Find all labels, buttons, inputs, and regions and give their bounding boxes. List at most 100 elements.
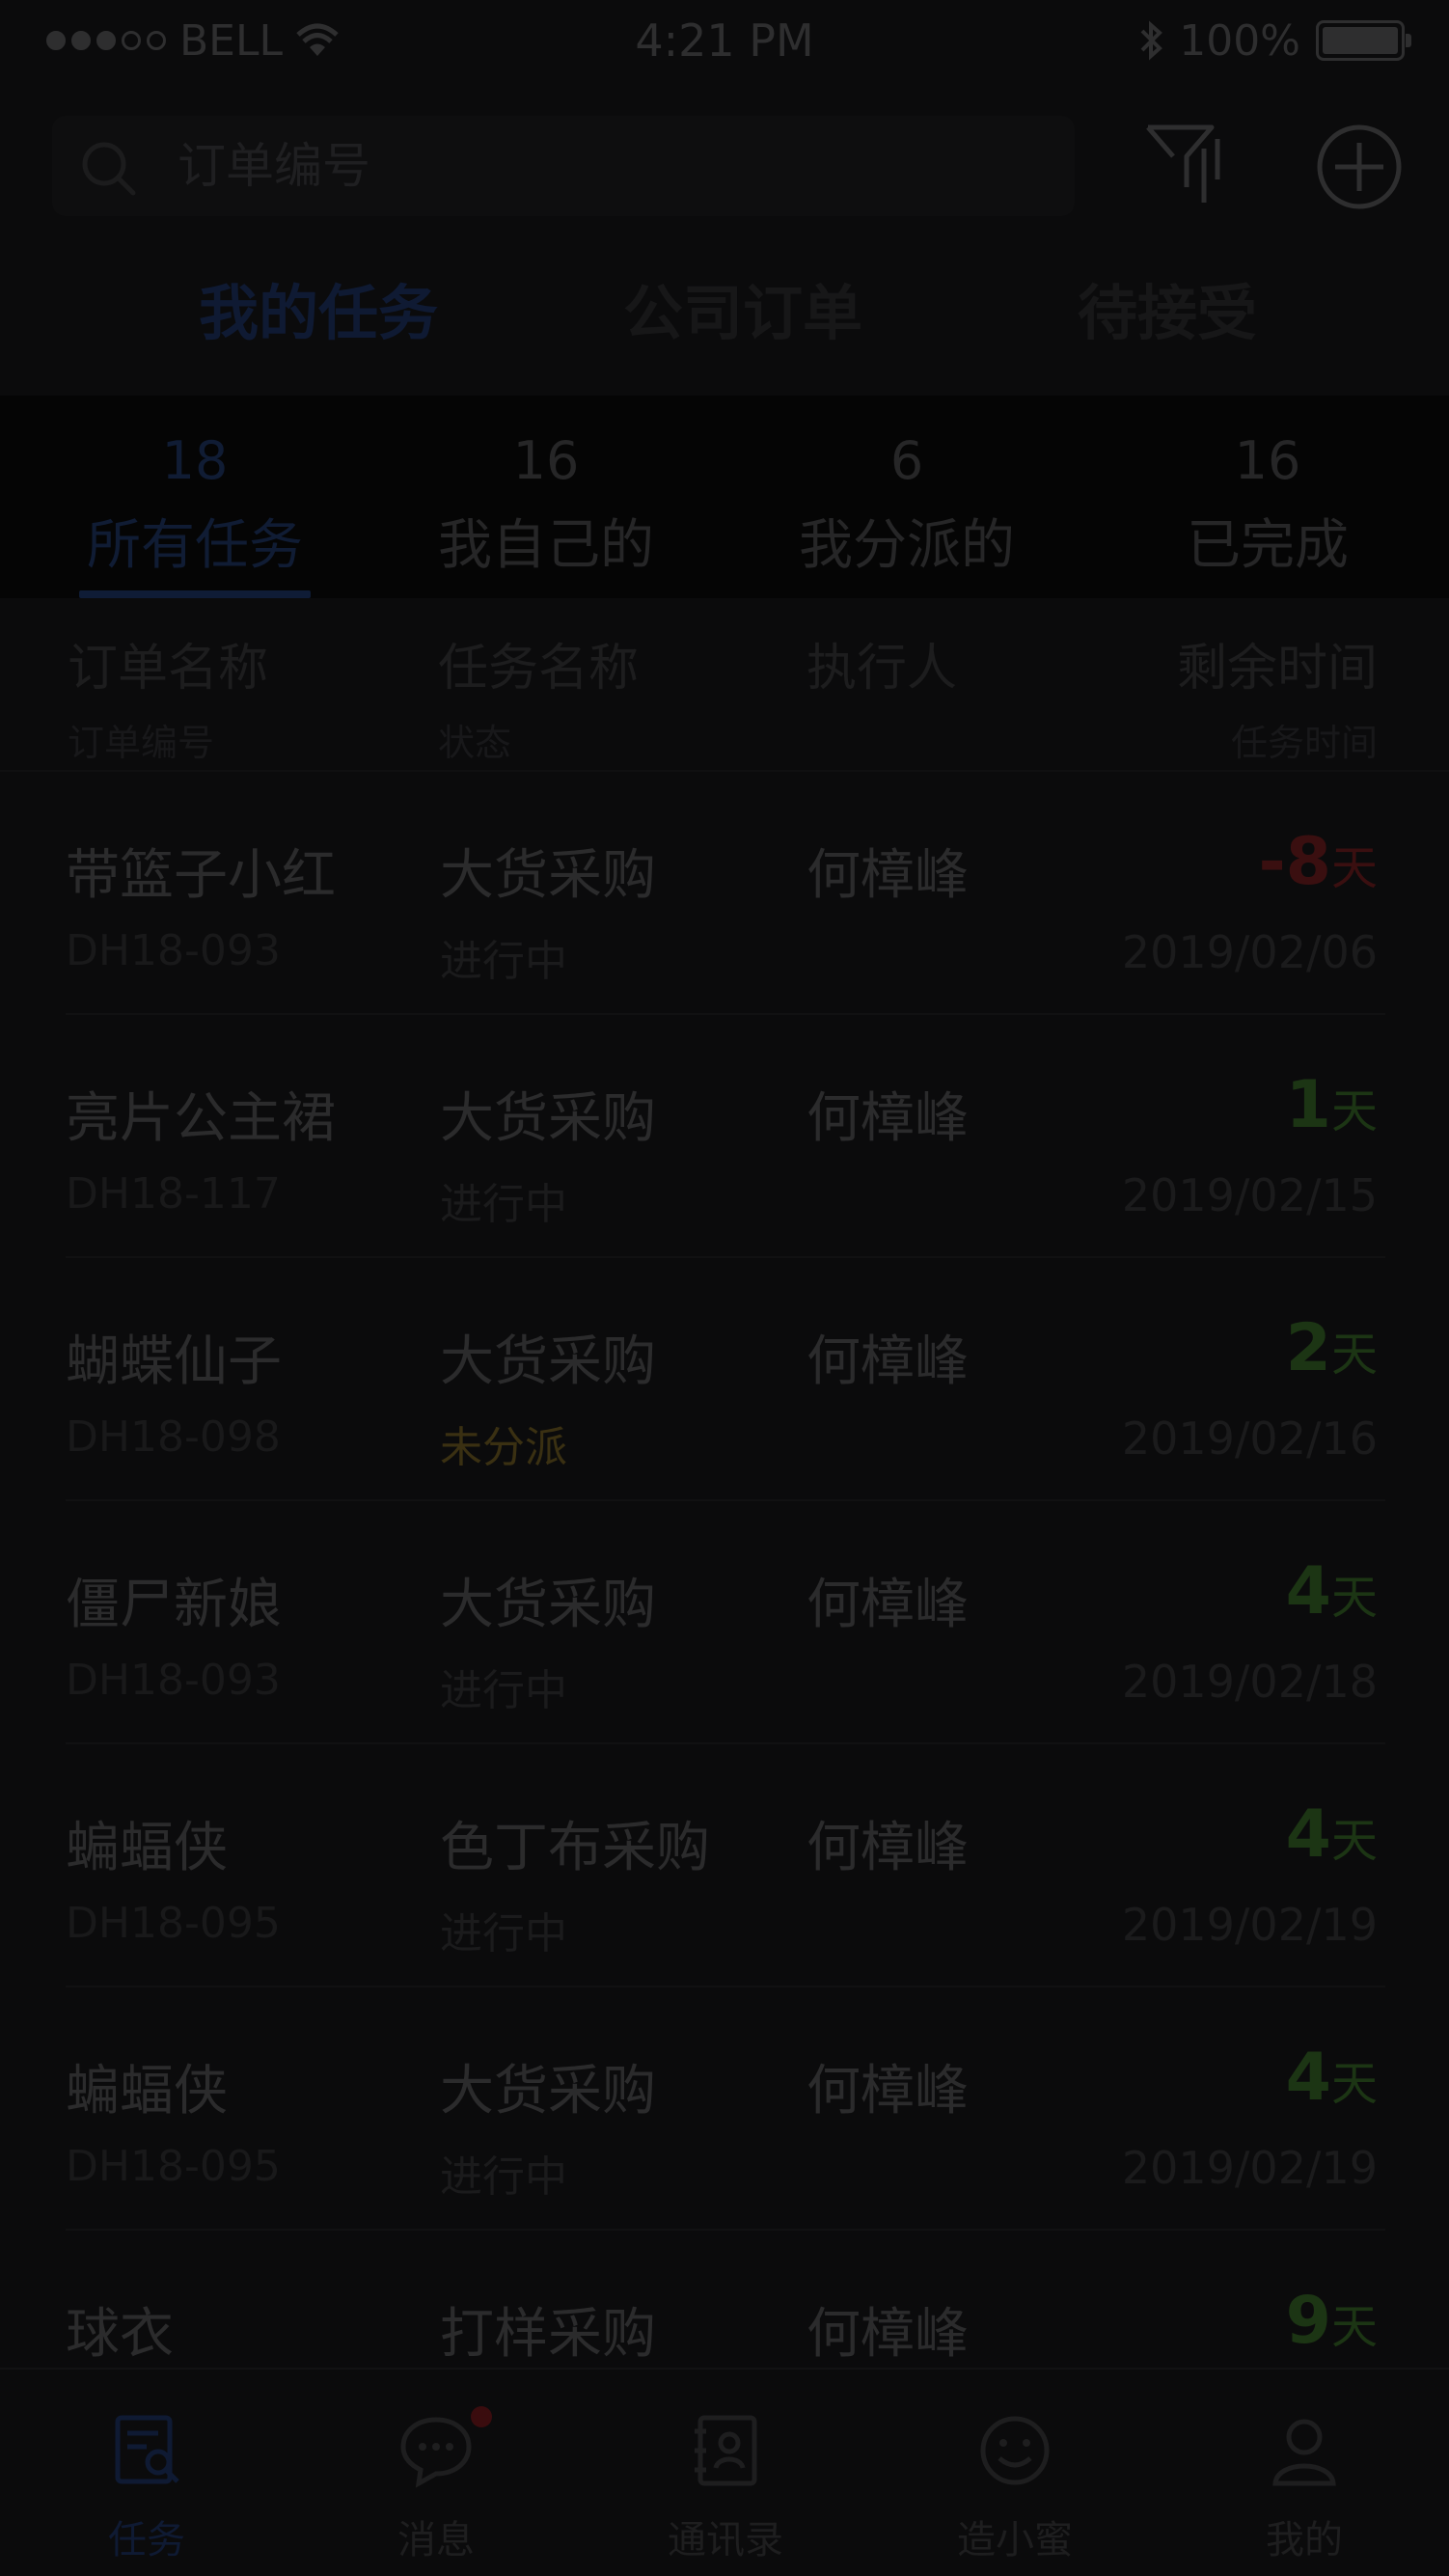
header-task-time: 任务时间 xyxy=(1230,722,1378,764)
days-value: 4 xyxy=(1285,1796,1331,1873)
table-row[interactable]: 亮片公主裙 DH18-117 大货采购 进行中 何樟峰 1天 2019/02/1… xyxy=(0,1015,1449,1258)
task-name: 色丁布采购 xyxy=(440,1817,710,1879)
tabbar-label: 消息 xyxy=(397,2518,475,2562)
order-name: 带篮子小红 xyxy=(66,844,336,907)
table-row[interactable]: 蝙蝠侠 DH18-095 大货采购 进行中 何樟峰 4天 2019/02/19 xyxy=(0,1987,1449,2231)
days-value: -8 xyxy=(1258,824,1331,900)
sub-tab-label: 所有任务 xyxy=(87,514,303,577)
active-tab-indicator xyxy=(79,590,311,598)
days-value: 2 xyxy=(1285,1310,1331,1386)
sub-tab-completed[interactable]: 16 已完成 xyxy=(1123,396,1412,598)
task-date: 2019/02/19 xyxy=(1121,2142,1378,2194)
table-row[interactable]: 蝙蝠侠 DH18-095 色丁布采购 进行中 何樟峰 4天 2019/02/19 xyxy=(0,1744,1449,1987)
tabbar-messages[interactable]: 消息 xyxy=(291,2370,581,2576)
filter-icon[interactable] xyxy=(1144,120,1233,212)
task-name: 大货采购 xyxy=(440,1574,656,1636)
table-row[interactable]: 带篮子小红 DH18-093 大货采购 进行中 何樟峰 -8天 2019/02/… xyxy=(0,772,1449,1015)
tabbar-label: 任务 xyxy=(108,2518,185,2562)
assignee: 何樟峰 xyxy=(807,1817,969,1879)
search-icon xyxy=(82,142,136,196)
task-name: 大货采购 xyxy=(440,844,656,907)
task-status: 进行中 xyxy=(440,1180,567,1229)
task-date: 2019/02/15 xyxy=(1121,1169,1378,1221)
sub-tab-label: 我自己的 xyxy=(438,514,654,577)
search-box[interactable] xyxy=(52,116,1075,216)
header-order-no: 订单编号 xyxy=(68,722,215,764)
days-unit: 天 xyxy=(1330,2300,1378,2354)
task-name: 打样采购 xyxy=(440,2303,656,2366)
assignee: 何樟峰 xyxy=(807,1087,969,1150)
tabbar-label: 我的 xyxy=(1266,2518,1343,2562)
days-value: 4 xyxy=(1285,2040,1331,2116)
assignee: 何樟峰 xyxy=(807,2060,969,2123)
tabbar-label: 造小蜜 xyxy=(957,2518,1073,2562)
sub-tab-mine[interactable]: 16 我自己的 xyxy=(401,396,691,598)
battery-icon xyxy=(1316,20,1411,61)
sub-tab-all[interactable]: 18 所有任务 xyxy=(50,396,340,598)
days-unit: 天 xyxy=(1330,1084,1378,1138)
sub-tab-count: 16 xyxy=(512,430,580,491)
header-assignee: 执行人 xyxy=(807,627,957,699)
assignee: 何樟峰 xyxy=(807,2303,969,2366)
task-date: 2019/02/06 xyxy=(1121,926,1378,978)
user-profile-icon xyxy=(1272,2419,1336,2486)
remaining-days: 4天 xyxy=(1286,1553,1378,1630)
days-value: 4 xyxy=(1285,1553,1331,1630)
order-name: 蝙蝠侠 xyxy=(66,2060,228,2123)
order-name: 亮片公主裙 xyxy=(66,1087,336,1150)
order-name: 球衣 xyxy=(66,2303,174,2366)
task-status: 进行中 xyxy=(440,2152,567,2202)
sub-tab-assigned[interactable]: 6 我分派的 xyxy=(762,396,1052,598)
order-no: DH18-098 xyxy=(66,1412,281,1462)
status-right: 100% xyxy=(1138,14,1411,68)
battery-percent: 100% xyxy=(1179,15,1300,66)
tab-company-orders[interactable]: 公司订单 xyxy=(560,264,926,348)
tabbar-assistant[interactable]: 造小蜜 xyxy=(870,2370,1160,2576)
task-list-icon xyxy=(115,2415,179,2484)
table-row[interactable]: 蝴蝶仙子 DH18-098 大货采购 未分派 何樟峰 2天 2019/02/16 xyxy=(0,1258,1449,1501)
add-icon[interactable] xyxy=(1316,123,1403,210)
tabbar-profile[interactable]: 我的 xyxy=(1160,2370,1449,2576)
task-name: 大货采购 xyxy=(440,1330,656,1393)
tabbar-contacts[interactable]: 通讯录 xyxy=(581,2370,870,2576)
assignee: 何樟峰 xyxy=(807,1574,969,1636)
tabbar-tasks[interactable]: 任务 xyxy=(2,2370,291,2576)
header-order-name: 订单名称 xyxy=(68,640,269,698)
remaining-days: 2天 xyxy=(1286,1310,1378,1386)
days-value: 9 xyxy=(1285,2283,1331,2359)
sub-tab-label: 已完成 xyxy=(1187,514,1349,577)
app-screen: BELL 4:21 PM 100% 订单编号 我的任务 公司订单 待接受 18 … xyxy=(0,0,1449,2576)
assignee: 何樟峰 xyxy=(807,844,969,907)
order-name: 蝙蝠侠 xyxy=(66,1817,228,1879)
order-name: 僵尸新娘 xyxy=(66,1574,282,1636)
order-no: DH18-117 xyxy=(66,1169,281,1219)
header-task-name: 任务名称 xyxy=(438,640,640,698)
sub-tab-count: 18 xyxy=(161,430,229,491)
task-name: 大货采购 xyxy=(440,2060,656,2123)
table-row[interactable]: 僵尸新娘 DH18-093 大货采购 进行中 何樟峰 4天 2019/02/18 xyxy=(0,1501,1449,1744)
task-date: 2019/02/19 xyxy=(1121,1899,1378,1951)
sub-tab-count: 6 xyxy=(889,430,924,491)
remaining-days: 4天 xyxy=(1286,2040,1378,2116)
search-input[interactable] xyxy=(178,116,1046,216)
remaining-days: 4天 xyxy=(1286,1796,1378,1873)
days-unit: 天 xyxy=(1330,1814,1378,1868)
tabbar-label: 通讯录 xyxy=(668,2518,783,2562)
bottom-tab-bar: 任务 消息 通讯录 造小蜜 我的 xyxy=(0,2368,1449,2576)
task-date: 2019/02/18 xyxy=(1121,1656,1378,1708)
sub-tab-label: 我分派的 xyxy=(799,514,1015,577)
status-bar: BELL 4:21 PM 100% xyxy=(0,0,1449,81)
top-tabs: 我的任务 公司订单 待接受 xyxy=(0,226,1449,396)
tab-pending-accept[interactable]: 待接受 xyxy=(984,264,1351,348)
sub-tabs: 18 所有任务 16 我自己的 6 我分派的 16 已完成 xyxy=(0,396,1449,598)
days-unit: 天 xyxy=(1330,2057,1378,2111)
search-row xyxy=(0,81,1449,226)
days-unit: 天 xyxy=(1330,1328,1378,1382)
header-assignee-label: 执行人 xyxy=(807,640,958,698)
remaining-days: 9天 xyxy=(1286,2283,1378,2359)
task-name: 大货采购 xyxy=(440,1087,656,1150)
order-no: DH18-095 xyxy=(66,2142,281,2191)
days-unit: 天 xyxy=(1330,841,1378,895)
tab-my-tasks[interactable]: 我的任务 xyxy=(135,264,502,348)
task-status: 进行中 xyxy=(440,1909,567,1959)
